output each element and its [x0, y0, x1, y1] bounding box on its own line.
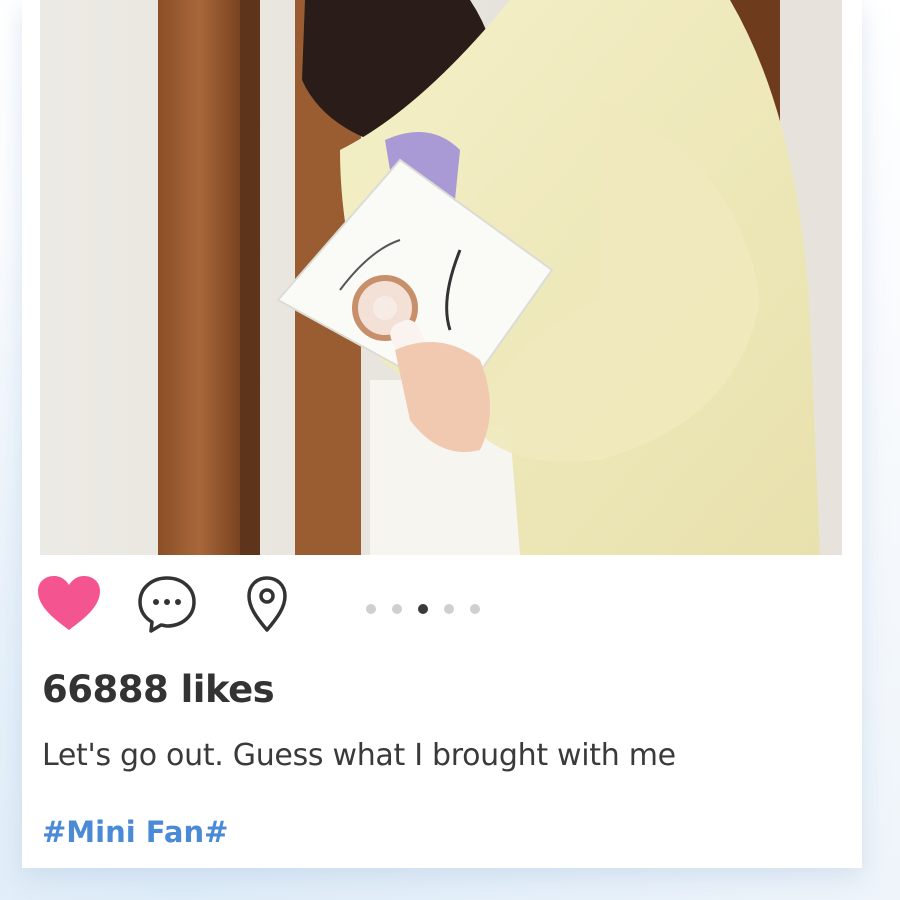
carousel-dot[interactable]	[444, 604, 454, 614]
hashtag-link[interactable]: #Mini Fan#	[42, 815, 228, 849]
post-actions	[36, 574, 836, 636]
page: 66888 likes Let's go out. Guess what I b…	[0, 0, 900, 900]
post-card: 66888 likes Let's go out. Guess what I b…	[22, 0, 862, 868]
carousel-dot[interactable]	[366, 604, 376, 614]
carousel-indicator	[366, 603, 480, 615]
heart-icon[interactable]	[36, 574, 102, 634]
comment-bubble-icon[interactable]	[134, 574, 200, 634]
carousel-dot[interactable]	[392, 604, 402, 614]
carousel-dot[interactable]	[470, 604, 480, 614]
photo-image	[40, 0, 842, 555]
likes-count[interactable]: 66888 likes	[42, 668, 275, 711]
location-pin-icon[interactable]	[234, 574, 300, 634]
post-photo[interactable]	[40, 0, 842, 555]
post-caption: Let's go out. Guess what I brought with …	[42, 738, 676, 773]
carousel-dot-active[interactable]	[418, 604, 428, 614]
